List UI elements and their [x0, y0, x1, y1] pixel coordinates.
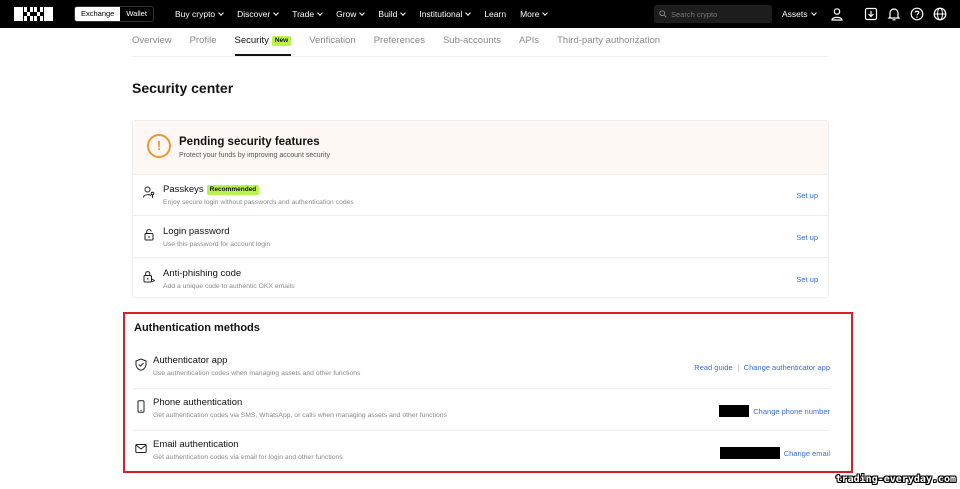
- shield-icon: [135, 358, 147, 371]
- pending-subtitle: Protect your funds by improving account …: [179, 152, 330, 159]
- change-phone-number-link[interactable]: Change phone number: [753, 407, 830, 416]
- pending-security-card: ! Pending security features Protect your…: [132, 120, 829, 298]
- chevron-down-icon: [465, 9, 472, 16]
- tab-overview[interactable]: Overview: [132, 30, 172, 56]
- tab-profile[interactable]: Profile: [190, 30, 217, 56]
- lock-icon: [144, 229, 154, 241]
- anti-phishing-setup-link[interactable]: Set up: [796, 275, 818, 284]
- search-input[interactable]: [671, 9, 771, 19]
- tab-third-party-authorization[interactable]: Third-party authorization: [557, 30, 660, 56]
- chevron-down-icon: [400, 9, 407, 16]
- okx-logo[interactable]: [14, 7, 53, 21]
- recommended-badge: Recommended: [206, 185, 260, 195]
- authenticator-app-description: Use authentication codes when managing a…: [153, 370, 361, 377]
- list-item: Authenticator app Use authentication cod…: [133, 348, 830, 389]
- pending-header: ! Pending security features Protect your…: [133, 121, 828, 175]
- top-navigation-bar: Exchange Wallet Buy crypto Discover Trad…: [0, 0, 960, 28]
- chevron-down-icon: [218, 9, 224, 16]
- redacted-email: [719, 447, 780, 459]
- nav-institutional[interactable]: Institutional: [419, 9, 472, 19]
- list-item: Anti-phishing code Add a unique code to …: [133, 259, 828, 300]
- warning-icon: !: [147, 134, 171, 158]
- chevron-down-icon: [273, 9, 280, 16]
- auth-methods-title: Authentication methods: [134, 322, 260, 334]
- help-icon[interactable]: [910, 7, 924, 21]
- divider: [737, 363, 739, 372]
- new-badge: New: [271, 36, 292, 46]
- phone-icon: [137, 400, 145, 413]
- list-item: Phone authentication Get authentication …: [133, 390, 830, 431]
- change-email-link[interactable]: Change email: [784, 449, 830, 458]
- assets-menu[interactable]: Assets: [782, 0, 817, 28]
- nav-trade[interactable]: Trade: [292, 9, 323, 19]
- download-icon[interactable]: [864, 7, 878, 21]
- main-nav: Buy crypto Discover Trade Grow Build Ins…: [175, 0, 561, 28]
- passkeys-setup-link[interactable]: Set up: [796, 191, 818, 200]
- phone-authentication-actions: Change phone number: [719, 405, 830, 417]
- nav-learn[interactable]: Learn: [484, 9, 506, 19]
- exchange-wallet-toggle: Exchange Wallet: [74, 6, 154, 22]
- list-item: Login password Use this password for acc…: [133, 217, 828, 258]
- tab-verification[interactable]: Verification: [309, 30, 355, 56]
- email-authentication-title: Email authentication: [153, 439, 239, 450]
- passkeys-title: Passkeys Recommended: [163, 184, 260, 195]
- search-icon: [659, 10, 667, 18]
- anti-phishing-icon: [143, 271, 155, 283]
- account-tabs: Overview Profile Security New Verificatio…: [132, 30, 678, 56]
- chevron-down-icon: [542, 9, 549, 16]
- tabs-divider: [132, 56, 828, 57]
- nav-more[interactable]: More: [520, 9, 549, 19]
- chevron-down-icon: [810, 9, 817, 16]
- nav-build[interactable]: Build: [378, 9, 407, 19]
- mail-icon: [135, 444, 147, 453]
- list-item: Email authentication Get authentication …: [133, 432, 830, 473]
- nav-discover[interactable]: Discover: [237, 9, 280, 19]
- chevron-down-icon: [317, 9, 323, 16]
- watermark: trading-everyday.com: [835, 474, 956, 485]
- authenticator-app-actions: Read guide Change authenticator app: [694, 363, 830, 372]
- phone-authentication-title: Phone authentication: [153, 397, 243, 408]
- tab-preferences[interactable]: Preferences: [374, 30, 425, 56]
- list-item: Passkeys Recommended Enjoy secure login w…: [133, 175, 828, 216]
- redacted-phone-number: [719, 405, 750, 417]
- nav-grow[interactable]: Grow: [336, 9, 366, 19]
- read-guide-link[interactable]: Read guide: [694, 363, 732, 372]
- chevron-down-icon: [359, 9, 366, 16]
- authentication-methods-section: Authentication methods Authenticator app…: [123, 312, 853, 473]
- phone-authentication-description: Get authentication codes via SMS, WhatsA…: [153, 412, 447, 419]
- bell-icon[interactable]: [887, 7, 901, 21]
- exchange-mode-button[interactable]: Exchange: [75, 7, 121, 21]
- tab-security[interactable]: Security New: [234, 30, 292, 56]
- login-password-title: Login password: [163, 226, 230, 237]
- login-password-setup-link[interactable]: Set up: [796, 233, 818, 242]
- page-title: Security center: [132, 80, 234, 96]
- anti-phishing-title: Anti-phishing code: [163, 268, 242, 279]
- change-authenticator-app-link[interactable]: Change authenticator app: [744, 363, 830, 372]
- nav-buy-crypto[interactable]: Buy crypto: [175, 9, 224, 19]
- tab-sub-accounts[interactable]: Sub-accounts: [443, 30, 501, 56]
- globe-icon[interactable]: [933, 7, 947, 21]
- search-box[interactable]: [654, 5, 772, 23]
- tab-apis[interactable]: APIs: [519, 30, 539, 56]
- login-password-description: Use this password for account login: [163, 241, 271, 248]
- authenticator-app-title: Authenticator app: [153, 355, 228, 366]
- anti-phishing-description: Add a unique code to authentic OKX email…: [163, 283, 295, 290]
- user-icon[interactable]: [830, 7, 844, 21]
- pending-title: Pending security features: [179, 136, 320, 148]
- passkey-icon: [143, 186, 155, 198]
- passkeys-description: Enjoy secure login without passwords and…: [163, 199, 354, 206]
- wallet-mode-button[interactable]: Wallet: [120, 7, 153, 21]
- email-authentication-actions: Change email: [719, 447, 830, 459]
- email-authentication-description: Get authentication codes via email for l…: [153, 454, 343, 461]
